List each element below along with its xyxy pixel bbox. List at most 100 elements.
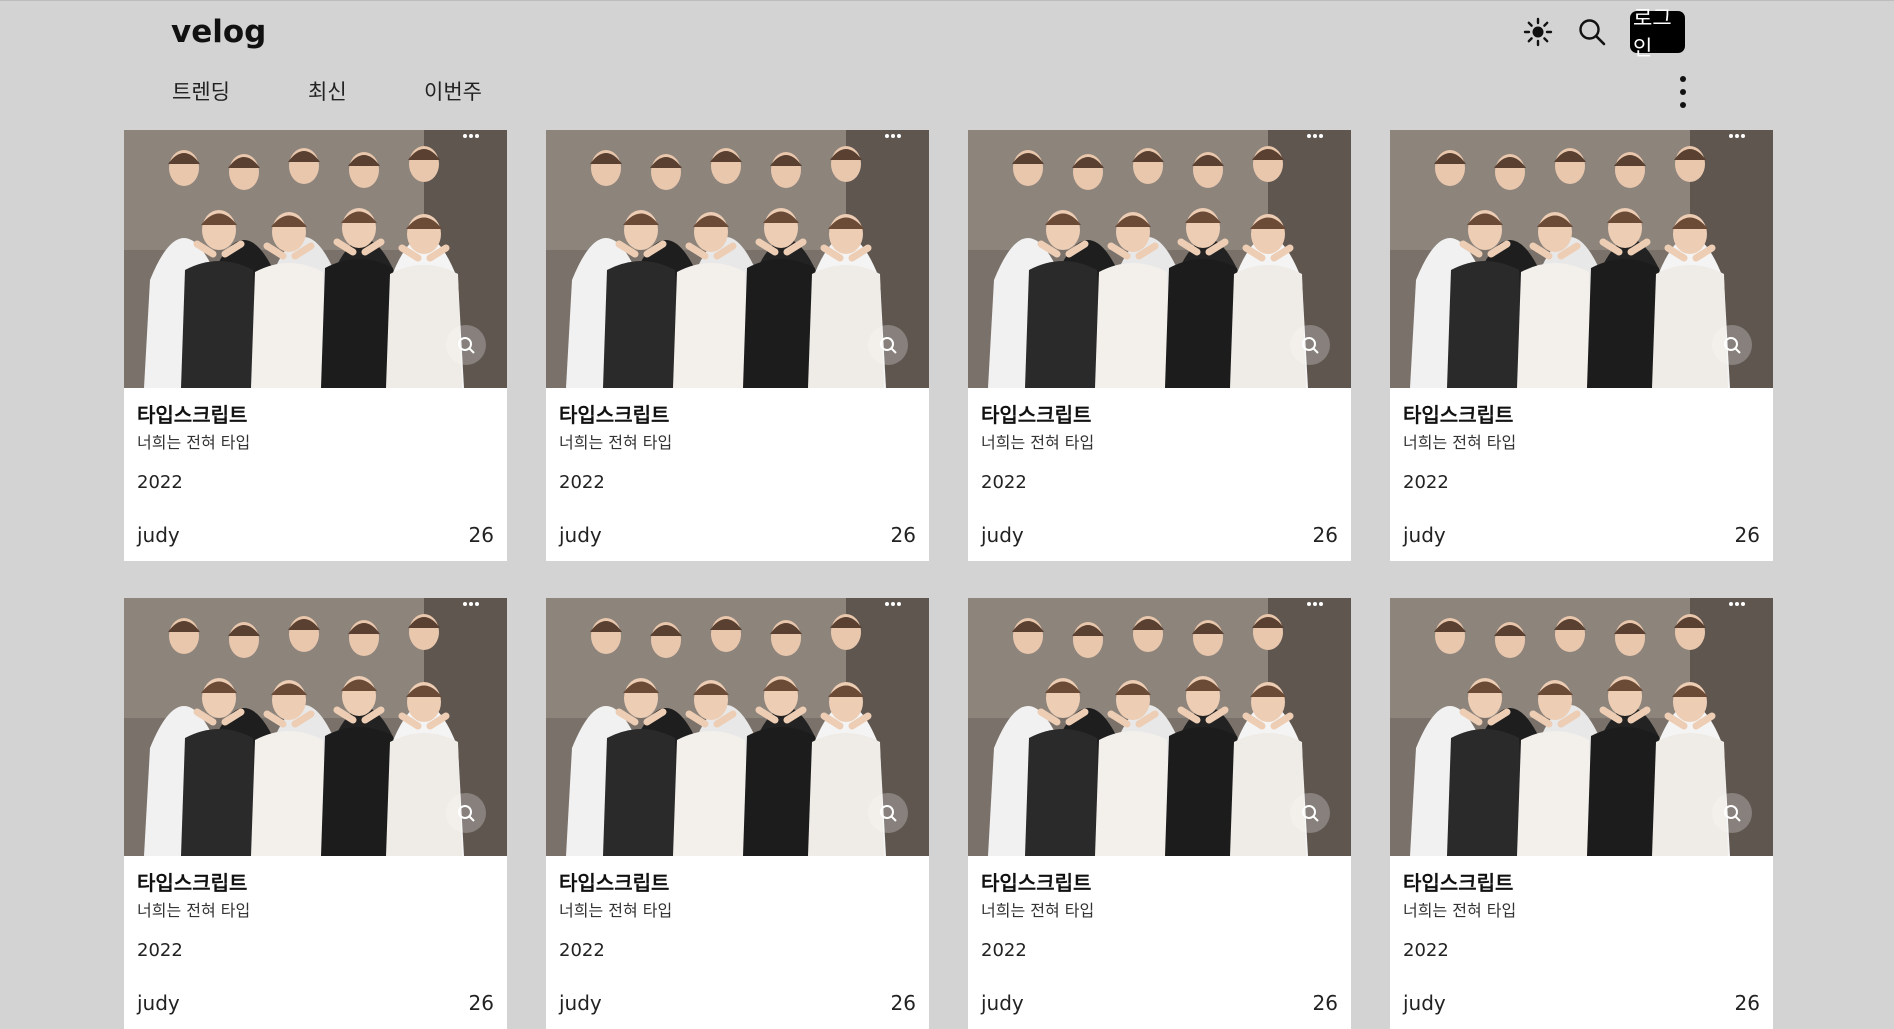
post-title: 타입스크립트 <box>1403 403 1514 427</box>
post-likes: 26 <box>890 523 916 547</box>
post-date: 2022 <box>559 472 605 493</box>
lens-search-icon <box>1290 793 1330 833</box>
tab-this-week[interactable]: 이번주 <box>424 76 524 106</box>
group-photo-image <box>1390 130 1773 388</box>
post-title: 타입스크립트 <box>137 871 248 895</box>
post-author: judy <box>1403 991 1446 1015</box>
lens-search-icon <box>1712 793 1752 833</box>
post-title: 타입스크립트 <box>1403 871 1514 895</box>
post-card-body: 타입스크립트 너희는 전혀 타입 2022 judy 26 <box>546 388 929 561</box>
velog-logo[interactable]: velog <box>171 14 266 50</box>
post-footer: judy 26 <box>1403 991 1760 1015</box>
post-date: 2022 <box>1403 472 1449 493</box>
sun-icon[interactable] <box>1520 14 1556 50</box>
search-icon[interactable] <box>1574 14 1610 50</box>
post-title: 타입스크립트 <box>981 871 1092 895</box>
group-photo-image <box>968 130 1351 388</box>
image-menu-dots-icon <box>885 602 901 606</box>
more-vertical-icon[interactable] <box>1672 76 1694 108</box>
post-date: 2022 <box>981 472 1027 493</box>
post-date: 2022 <box>981 940 1027 961</box>
tab-recent[interactable]: 최신 <box>308 76 424 106</box>
post-likes: 26 <box>1734 523 1760 547</box>
post-footer: judy 26 <box>981 991 1338 1015</box>
image-menu-dots-icon <box>1307 134 1323 138</box>
post-author: judy <box>981 523 1024 547</box>
post-description: 너희는 전혀 타입 <box>137 433 251 452</box>
post-date: 2022 <box>137 940 183 961</box>
post-thumbnail <box>546 130 929 388</box>
post-card[interactable]: 타입스크립트 너희는 전혀 타입 2022 judy 26 <box>968 598 1351 1029</box>
login-button[interactable]: 로그인 <box>1630 6 1685 60</box>
lens-search-icon <box>1290 325 1330 365</box>
post-description: 너희는 전혀 타입 <box>559 433 673 452</box>
post-thumbnail <box>124 598 507 856</box>
post-footer: judy 26 <box>1403 523 1760 547</box>
post-card-body: 타입스크립트 너희는 전혀 타입 2022 judy 26 <box>968 388 1351 561</box>
group-photo-image <box>546 130 929 388</box>
post-thumbnail <box>1390 130 1773 388</box>
post-card[interactable]: 타입스크립트 너희는 전혀 타입 2022 judy 26 <box>546 130 929 561</box>
group-photo-image <box>124 598 507 856</box>
post-card[interactable]: 타입스크립트 너희는 전혀 타입 2022 judy 26 <box>1390 130 1773 561</box>
group-photo-image <box>1390 598 1773 856</box>
post-date: 2022 <box>1403 940 1449 961</box>
post-card[interactable]: 타입스크립트 너희는 전혀 타입 2022 judy 26 <box>546 598 929 1029</box>
lens-search-icon <box>446 325 486 365</box>
post-likes: 26 <box>1312 523 1338 547</box>
post-title: 타입스크립트 <box>137 403 248 427</box>
post-likes: 26 <box>1312 991 1338 1015</box>
post-author: judy <box>137 991 180 1015</box>
image-menu-dots-icon <box>1729 602 1745 606</box>
image-menu-dots-icon <box>463 134 479 138</box>
post-grid: 타입스크립트 너희는 전혀 타입 2022 judy 26 타입스크립트 너희는… <box>124 130 1774 1029</box>
header-actions: 로그인 <box>1520 6 1685 60</box>
post-description: 너희는 전혀 타입 <box>981 433 1095 452</box>
post-thumbnail <box>968 598 1351 856</box>
lens-search-icon <box>446 793 486 833</box>
post-author: judy <box>559 523 602 547</box>
group-photo-image <box>546 598 929 856</box>
more-dot <box>1680 76 1686 82</box>
more-dot <box>1680 89 1686 95</box>
tab-trending[interactable]: 트렌딩 <box>172 76 308 106</box>
post-description: 너희는 전혀 타입 <box>559 901 673 920</box>
post-card-body: 타입스크립트 너희는 전혀 타입 2022 judy 26 <box>1390 856 1773 1029</box>
post-footer: judy 26 <box>981 523 1338 547</box>
post-title: 타입스크립트 <box>981 403 1092 427</box>
image-menu-dots-icon <box>1307 602 1323 606</box>
post-footer: judy 26 <box>559 523 916 547</box>
post-title: 타입스크립트 <box>559 403 670 427</box>
lens-search-icon <box>868 325 908 365</box>
lens-search-icon <box>1712 325 1752 365</box>
post-footer: judy 26 <box>137 523 494 547</box>
post-thumbnail <box>546 598 929 856</box>
post-author: judy <box>981 991 1024 1015</box>
post-card-body: 타입스크립트 너희는 전혀 타입 2022 judy 26 <box>968 856 1351 1029</box>
post-card[interactable]: 타입스크립트 너희는 전혀 타입 2022 judy 26 <box>968 130 1351 561</box>
post-thumbnail <box>124 130 507 388</box>
image-menu-dots-icon <box>1729 134 1745 138</box>
more-dot <box>1680 102 1686 108</box>
post-likes: 26 <box>468 991 494 1015</box>
post-description: 너희는 전혀 타입 <box>1403 433 1517 452</box>
post-card-body: 타입스크립트 너희는 전혀 타입 2022 judy 26 <box>124 388 507 561</box>
post-card-body: 타입스크립트 너희는 전혀 타입 2022 judy 26 <box>546 856 929 1029</box>
post-card[interactable]: 타입스크립트 너희는 전혀 타입 2022 judy 26 <box>124 598 507 1029</box>
post-description: 너희는 전혀 타입 <box>981 901 1095 920</box>
image-menu-dots-icon <box>885 134 901 138</box>
post-author: judy <box>137 523 180 547</box>
post-description: 너희는 전혀 타입 <box>137 901 251 920</box>
post-card-body: 타입스크립트 너희는 전혀 타입 2022 judy 26 <box>1390 388 1773 561</box>
post-title: 타입스크립트 <box>559 871 670 895</box>
post-likes: 26 <box>468 523 494 547</box>
lens-search-icon <box>868 793 908 833</box>
post-date: 2022 <box>137 472 183 493</box>
post-likes: 26 <box>1734 991 1760 1015</box>
post-footer: judy 26 <box>559 991 916 1015</box>
post-footer: judy 26 <box>137 991 494 1015</box>
post-author: judy <box>1403 523 1446 547</box>
post-card[interactable]: 타입스크립트 너희는 전혀 타입 2022 judy 26 <box>1390 598 1773 1029</box>
feed-tabs: 트렌딩 최신 이번주 <box>172 76 524 106</box>
post-card[interactable]: 타입스크립트 너희는 전혀 타입 2022 judy 26 <box>124 130 507 561</box>
